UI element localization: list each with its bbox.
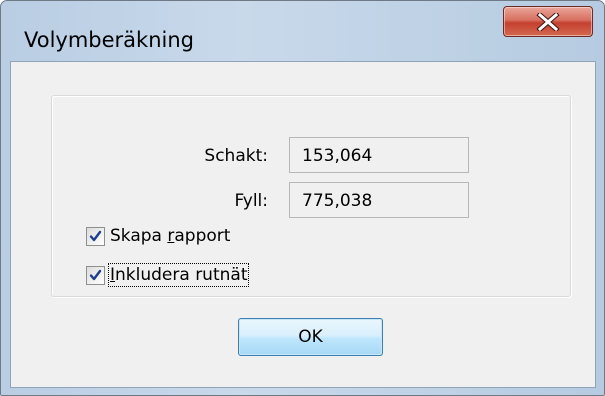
checkmark-icon	[89, 269, 102, 280]
fyll-label: Fyll:	[234, 191, 268, 211]
dialog-window: Volymberäkning Schakt: 153,064 Fyll: 775…	[0, 0, 605, 396]
schakt-value-field: 153,064	[289, 137, 469, 173]
dialog-client-area: Schakt: 153,064 Fyll: 775,038 Skapa rapp…	[10, 61, 596, 388]
skapa-rapport-option[interactable]: Skapa rapport	[86, 223, 230, 249]
inkludera-rutnat-checkbox[interactable]	[86, 265, 105, 285]
schakt-label: Schakt:	[204, 146, 268, 166]
skapa-rapport-label: Skapa rapport	[110, 226, 231, 246]
window-title: Volymberäkning	[24, 28, 194, 52]
title-bar[interactable]: Volymberäkning	[1, 1, 604, 61]
fyll-value-field: 775,038	[289, 182, 469, 218]
inkludera-rutnat-option[interactable]: Inkludera rutnät	[86, 262, 250, 288]
ok-button[interactable]: OK	[238, 318, 383, 356]
inkludera-rutnat-label: Inkludera rutnät	[107, 263, 250, 287]
options-groupbox: Schakt: 153,064 Fyll: 775,038 Skapa rapp…	[51, 95, 571, 297]
close-button[interactable]	[503, 6, 593, 37]
checkmark-icon	[89, 230, 102, 241]
close-icon	[536, 13, 560, 31]
skapa-rapport-checkbox[interactable]	[86, 226, 105, 246]
